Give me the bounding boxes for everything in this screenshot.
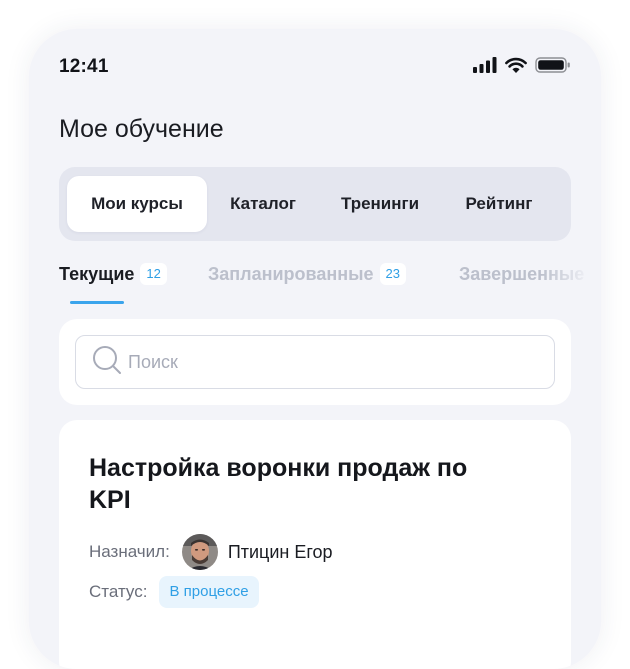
tab-trainings[interactable]: Тренинги: [319, 176, 441, 232]
tab-catalog[interactable]: Каталог: [207, 176, 319, 232]
section-tabs: Мои курсы Каталог Тренинги Рейтинг: [59, 167, 571, 241]
search-input[interactable]: [128, 351, 528, 373]
subtab-current-count: 12: [140, 263, 167, 285]
subtab-planned-label: Запланированные: [208, 264, 374, 284]
subtab-planned[interactable]: Запланированные 23: [208, 257, 406, 305]
tab-rating[interactable]: Рейтинг: [441, 176, 557, 232]
cellular-signal-icon: [473, 57, 497, 73]
status-row: Статус: В процессе: [89, 576, 259, 608]
status-badge: В процессе: [159, 576, 259, 608]
wifi-icon: [505, 57, 527, 73]
search-box[interactable]: [75, 335, 555, 389]
course-card[interactable]: Настройка воронки продаж по KPI Назначил…: [59, 420, 571, 669]
subtab-planned-count: 23: [379, 263, 406, 285]
avatar: [181, 534, 218, 570]
subtab-completed[interactable]: Завершенные: [459, 257, 584, 305]
subtab-current[interactable]: Текущие 12: [59, 257, 167, 305]
search-icon: [92, 345, 122, 380]
page-title: Мое обучение: [59, 115, 224, 143]
course-title: Настройка воронки продаж по KPI: [89, 454, 468, 514]
assigned-person-name: Птицин Егор: [227, 541, 333, 562]
course-filter-tabs: Текущие 12 Запланированные 23 Завершенны…: [59, 257, 601, 307]
status-label: Статус:: [89, 582, 148, 601]
status-time: 12:41: [59, 56, 109, 77]
search-card: [59, 319, 571, 405]
status-icons: [473, 57, 571, 73]
status-bar: 12:41: [29, 29, 601, 109]
tab-my-courses[interactable]: Мои курсы: [67, 176, 207, 232]
subtab-completed-label: Завершенные: [459, 264, 585, 284]
phone-screen: 12:41 Мое обучение Мои курсы Каталог Тре…: [29, 29, 601, 669]
assigned-row: Назначил: Птицин Егор: [89, 532, 333, 572]
subtab-current-label: Текущие: [59, 264, 135, 284]
assigned-label: Назначил:: [89, 542, 170, 561]
active-tab-indicator: [69, 301, 124, 304]
battery-icon: [535, 57, 571, 73]
